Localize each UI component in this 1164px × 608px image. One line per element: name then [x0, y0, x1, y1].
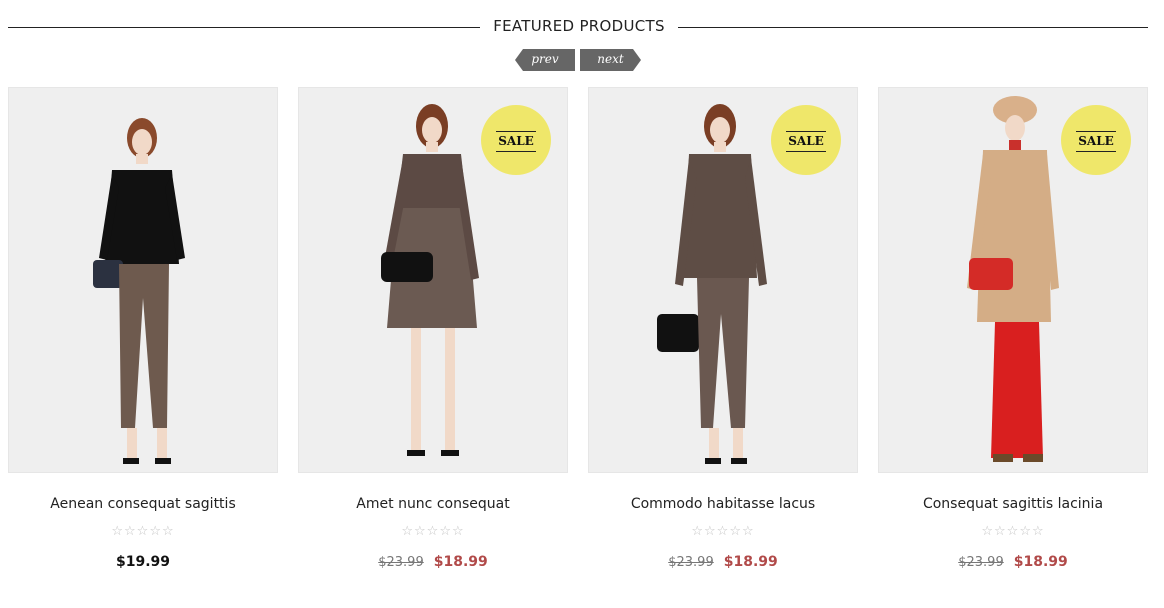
product-name[interactable]: Amet nunc consequat: [298, 496, 568, 512]
prev-label: prev: [531, 52, 559, 66]
product-card[interactable]: SALE Commodo habitasse lacus ☆☆☆☆☆ $23.9…: [588, 87, 858, 587]
next-button[interactable]: next: [580, 49, 641, 71]
product-image[interactable]: [8, 87, 278, 473]
header-rule-left: [8, 27, 480, 28]
old-price: $23.99: [958, 555, 1004, 570]
price-row: $23.99 $18.99: [588, 553, 858, 571]
sale-badge-label: SALE: [786, 131, 826, 152]
price-row: $19.99: [8, 553, 278, 571]
sale-badge: SALE: [771, 105, 841, 175]
product-card[interactable]: Aenean consequat sagittis ☆☆☆☆☆ $19.99: [8, 87, 278, 587]
rating-stars: ☆☆☆☆☆: [401, 524, 465, 539]
price-row: $23.99 $18.99: [298, 553, 568, 571]
section-title: FEATURED PRODUCTS: [493, 17, 665, 35]
sale-price: $18.99: [723, 554, 778, 570]
product-name[interactable]: Consequat sagittis lacinia: [878, 496, 1148, 512]
sale-badge: SALE: [481, 105, 551, 175]
prev-button[interactable]: prev: [515, 49, 575, 71]
section-header: FEATURED PRODUCTS: [8, 14, 1148, 40]
sale-badge-label: SALE: [1076, 131, 1116, 152]
old-price: $23.99: [378, 555, 424, 570]
product-image[interactable]: SALE: [588, 87, 858, 473]
sale-price: $18.99: [433, 554, 488, 570]
model-figure-illustration: [93, 118, 185, 464]
old-price: $23.99: [668, 555, 714, 570]
product-image[interactable]: SALE: [878, 87, 1148, 473]
next-label: next: [597, 52, 624, 66]
sale-badge: SALE: [1061, 105, 1131, 175]
rating-stars: ☆☆☆☆☆: [981, 524, 1045, 539]
product-card[interactable]: SALE Amet nunc consequat ☆☆☆☆☆ $23.99 $18…: [298, 87, 568, 587]
sale-price: $18.99: [1013, 554, 1068, 570]
product-image[interactable]: SALE: [298, 87, 568, 473]
price-row: $23.99 $18.99: [878, 553, 1148, 571]
product-card[interactable]: SALE Consequat sagittis lacinia ☆☆☆☆☆ $2…: [878, 87, 1148, 587]
rating-stars: ☆☆☆☆☆: [691, 524, 755, 539]
sale-badge-label: SALE: [496, 131, 536, 152]
rating-stars: ☆☆☆☆☆: [111, 524, 175, 539]
price: $19.99: [115, 554, 171, 570]
product-name[interactable]: Aenean consequat sagittis: [8, 496, 278, 512]
header-rule-right: [678, 27, 1148, 28]
product-name[interactable]: Commodo habitasse lacus: [588, 496, 858, 512]
